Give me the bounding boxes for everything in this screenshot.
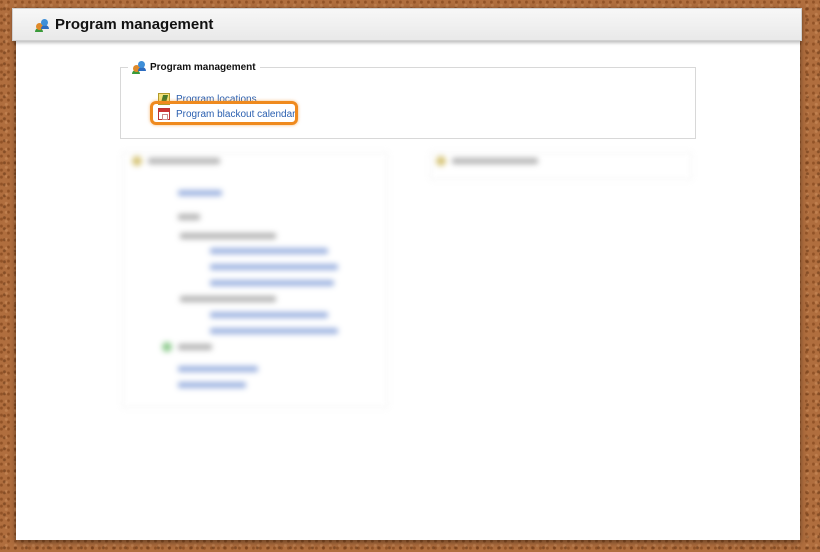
blurred-text [180, 233, 276, 239]
blurred-link [210, 328, 338, 334]
blurred-link [210, 312, 328, 318]
blurred-text [180, 296, 276, 302]
page-title: Program management [55, 16, 214, 33]
blurred-panel-right [430, 152, 692, 180]
blurred-text [178, 344, 212, 350]
blurred-link [178, 190, 222, 196]
blurred-link [210, 248, 328, 254]
blurred-icon [162, 342, 172, 352]
blurred-icon [132, 156, 142, 166]
fieldset-legend: Program management [128, 60, 260, 74]
blurred-heading [452, 158, 538, 164]
people-icon [35, 18, 49, 32]
blurred-link [210, 280, 334, 286]
blurred-heading [148, 158, 220, 164]
blurred-link [178, 382, 246, 388]
people-icon [132, 60, 146, 74]
fieldset-legend-label: Program management [150, 61, 256, 73]
blurred-text [178, 214, 200, 220]
blurred-link [210, 264, 338, 270]
blurred-link [178, 366, 258, 372]
page-header: Program management [12, 8, 802, 41]
blurred-icon [436, 156, 446, 166]
highlight-outline [150, 101, 298, 125]
